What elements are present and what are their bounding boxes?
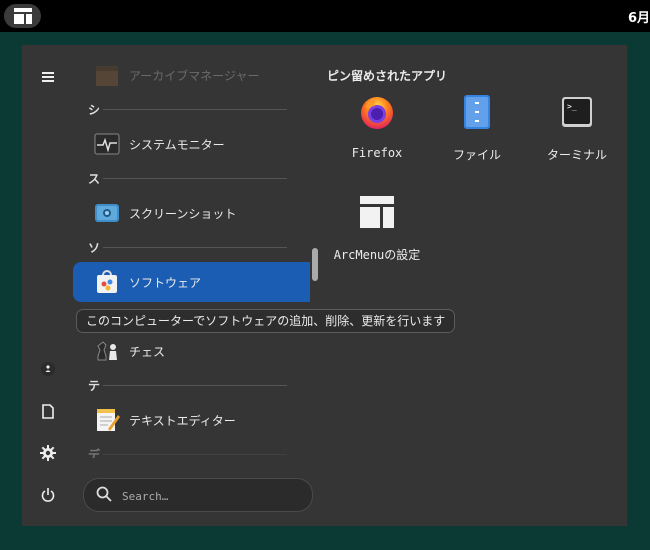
divider	[103, 454, 287, 455]
pinned-apps-title: ピン留めされたアプリ	[327, 69, 448, 83]
files-icon	[459, 94, 495, 130]
list-item-chess[interactable]: チェス	[73, 331, 310, 371]
settings-gear-icon[interactable]	[36, 441, 60, 465]
document-icon[interactable]	[36, 399, 60, 423]
divider	[103, 385, 287, 386]
terminal-icon: >_	[559, 94, 595, 130]
pinned-label: ArcMenuの設定	[333, 248, 421, 262]
app-list-scrollbar[interactable]	[312, 248, 318, 281]
screenshot-icon	[94, 200, 120, 226]
software-icon	[94, 269, 120, 295]
power-icon[interactable]	[36, 483, 60, 507]
section-header-shi: シ	[88, 103, 101, 117]
list-item-text-editor[interactable]: テキストエディター	[73, 400, 310, 440]
search-input[interactable]	[120, 486, 304, 506]
pinned-label: ターミナル	[546, 148, 607, 162]
divider	[103, 247, 287, 248]
system-monitor-icon	[94, 131, 120, 157]
divider	[103, 109, 287, 110]
clock[interactable]: 6月	[628, 7, 650, 26]
chess-icon	[94, 338, 120, 364]
software-tooltip: このコンピューターでソフトウェアの追加、削除、更新を行います	[76, 309, 456, 333]
list-item-screenshot[interactable]: スクリーンショット	[73, 193, 310, 233]
menu-icon[interactable]	[36, 65, 60, 89]
arcmenu-button[interactable]	[4, 4, 41, 28]
list-item-system-monitor[interactable]: システムモニター	[73, 124, 310, 164]
app-list[interactable]: アーカイブマネージャー シ システムモニター ス スクリーンショット ソ ソフト…	[73, 58, 310, 458]
section-header-de: デ	[88, 448, 101, 458]
pinned-firefox[interactable]: Firefox	[332, 94, 422, 174]
section-header-te: テ	[88, 379, 101, 393]
pinned-label: Firefox	[351, 146, 403, 160]
svg-text:>_: >_	[567, 102, 577, 111]
user-icon[interactable]	[36, 357, 60, 381]
pinned-terminal[interactable]: >_ ターミナル	[532, 94, 622, 174]
search-box[interactable]	[83, 478, 313, 512]
divider	[103, 178, 287, 179]
list-item-software[interactable]: ソフトウェア	[73, 262, 310, 302]
arcmenu-settings-icon	[359, 194, 395, 230]
text-editor-icon	[94, 407, 120, 433]
list-item-archive-manager[interactable]: アーカイブマネージャー	[73, 58, 310, 95]
top-bar: 6月	[0, 0, 650, 32]
section-header-so: ソ	[88, 241, 101, 255]
search-icon	[96, 486, 112, 506]
section-header-su: ス	[88, 172, 101, 186]
pinned-arcmenu-settings[interactable]: ArcMenuの設定	[332, 194, 422, 274]
archive-icon	[94, 62, 120, 88]
arcmenu-icon	[13, 8, 32, 24]
firefox-icon	[359, 94, 395, 130]
pinned-label: ファイル	[452, 148, 501, 162]
pinned-files[interactable]: ファイル	[432, 94, 522, 174]
